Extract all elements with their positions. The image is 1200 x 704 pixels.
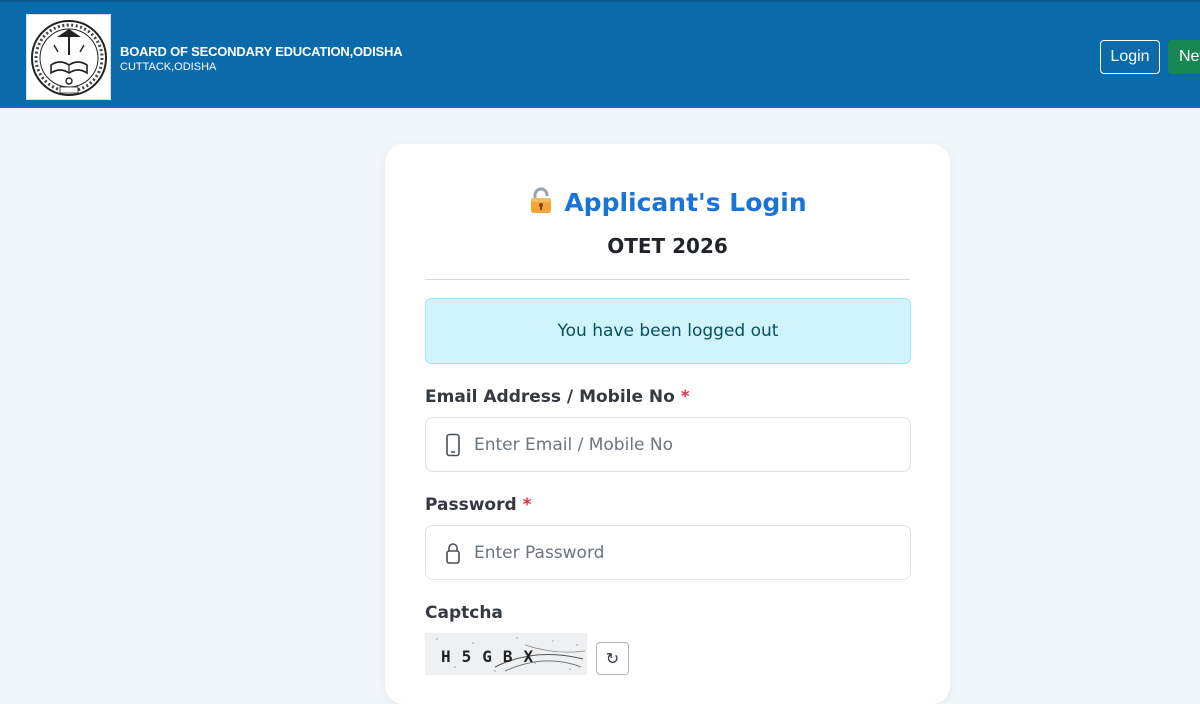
- org-name: BOARD OF SECONDARY EDUCATION,ODISHA: [120, 44, 403, 59]
- required-mark: *: [680, 387, 690, 407]
- mobile-phone-icon: [444, 433, 462, 457]
- email-input[interactable]: [474, 418, 904, 471]
- email-field[interactable]: [425, 417, 911, 472]
- header-bar: BOARD OF SECONDARY EDUCATION,ODISHA CUTT…: [0, 0, 1200, 108]
- password-field[interactable]: [425, 525, 911, 580]
- captcha-label: Captcha: [425, 603, 503, 623]
- board-seal-logo[interactable]: [26, 14, 111, 100]
- logout-alert: You have been logged out: [425, 298, 911, 364]
- lock-icon: [528, 186, 554, 218]
- title-divider: [425, 279, 910, 280]
- email-label: Email Address / Mobile No *: [425, 387, 690, 407]
- login-button[interactable]: Login: [1100, 40, 1160, 74]
- page-title: Applicant's Login: [564, 187, 807, 217]
- captcha-image: H5GBX: [425, 633, 587, 675]
- card-title-row: Applicant's Login: [385, 184, 950, 220]
- padlock-icon: [444, 541, 462, 565]
- seal-emblem-icon: [31, 20, 107, 96]
- captcha-refresh-button[interactable]: ↻: [596, 642, 629, 675]
- password-label: Password *: [425, 495, 531, 515]
- password-label-text: Password: [425, 495, 517, 515]
- alert-message: You have been logged out: [557, 321, 779, 341]
- captcha-text: H5GBX: [441, 647, 545, 666]
- refresh-icon: ↻: [605, 649, 620, 668]
- password-input[interactable]: [474, 526, 904, 579]
- org-location: CUTTACK,ODISHA: [120, 61, 217, 73]
- email-label-text: Email Address / Mobile No: [425, 387, 675, 407]
- exam-subtitle: OTET 2026: [607, 234, 728, 258]
- new-registration-button[interactable]: New: [1168, 40, 1200, 74]
- required-mark: *: [522, 495, 532, 515]
